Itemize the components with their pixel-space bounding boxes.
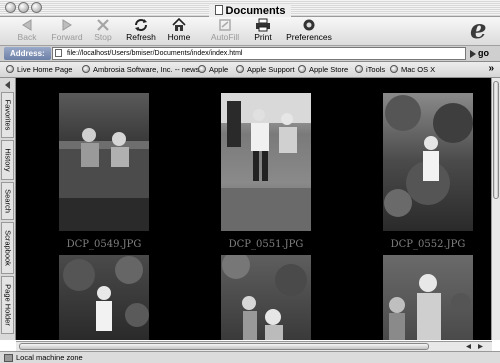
local-zone-icon: [4, 354, 13, 362]
address-input[interactable]: file://localhost/Users/bmiser/Documents/…: [52, 47, 466, 60]
document-icon: [214, 5, 223, 15]
toolbar: Back Forward Stop Refresh Home AutoFill …: [0, 17, 500, 46]
window-title: Documents: [208, 4, 292, 18]
globe-icon: [198, 65, 206, 73]
globe-icon: [236, 65, 244, 73]
globe-icon: [82, 65, 90, 73]
page-icon: [55, 49, 62, 57]
photo-thumbnail[interactable]: [383, 255, 473, 340]
tab-search[interactable]: Search: [1, 182, 14, 220]
forward-arrow-icon: [62, 19, 72, 31]
photo-thumbnail[interactable]: [221, 93, 311, 231]
favorite-link[interactable]: Apple: [198, 64, 228, 75]
more-favorites-chevron-icon[interactable]: »: [488, 63, 494, 74]
explorer-bar-tabs: Favorites History Search Scrapbook Page …: [0, 78, 16, 340]
globe-icon: [6, 65, 14, 73]
photo-caption: DCP_0551.JPG: [228, 239, 304, 250]
home-button[interactable]: Home: [156, 17, 202, 45]
favorite-link[interactable]: Ambrosia Software, Inc. -- news: [82, 64, 199, 75]
favorite-link[interactable]: iTools: [355, 64, 385, 75]
back-arrow-icon: [22, 19, 32, 31]
globe-icon: [298, 65, 306, 73]
scroll-left-arrow-icon[interactable]: [464, 343, 473, 350]
title-bar: Documents: [0, 0, 500, 18]
go-button[interactable]: go: [470, 47, 498, 60]
favorite-link[interactable]: Live Home Page: [6, 64, 72, 75]
vertical-scrollbar[interactable]: [491, 78, 500, 340]
status-text: Local machine zone: [16, 353, 83, 362]
favorites-bar: Live Home Page Ambrosia Software, Inc. -…: [0, 62, 500, 78]
preferences-button[interactable]: Preferences: [283, 17, 335, 45]
address-label: Address:: [4, 47, 51, 60]
scroll-right-arrow-icon[interactable]: [476, 343, 485, 350]
horizontal-scrollbar[interactable]: [16, 341, 492, 351]
favorite-link[interactable]: Apple Store: [298, 64, 348, 75]
tab-scrapbook[interactable]: Scrapbook: [1, 222, 14, 274]
go-arrow-icon: [470, 49, 476, 58]
favorite-link[interactable]: Mac OS X: [390, 64, 435, 75]
autofill-icon: [219, 19, 231, 31]
horizontal-scroll-thumb[interactable]: [19, 343, 429, 350]
photo-thumbnail[interactable]: [59, 255, 149, 340]
tab-history[interactable]: History: [1, 140, 14, 180]
stop-icon: [97, 19, 109, 31]
photo-thumbnail[interactable]: [221, 255, 311, 340]
preferences-icon: [303, 19, 315, 31]
page-content: DCP_0549.JPG DCP_0551.JPG DCP_0552.JPG: [16, 78, 492, 340]
globe-icon: [355, 65, 363, 73]
sidebar-toggle-icon[interactable]: [2, 80, 13, 90]
photo-caption: DCP_0549.JPG: [66, 239, 142, 250]
print-button[interactable]: Print: [240, 17, 286, 45]
browser-window: Documents Back Forward Stop Refresh Home…: [0, 0, 500, 363]
vertical-scroll-thumb[interactable]: [493, 81, 499, 199]
photo-caption: DCP_0552.JPG: [390, 239, 466, 250]
photo-thumbnail[interactable]: [59, 93, 149, 231]
tab-page-holder[interactable]: Page Holder: [1, 276, 14, 334]
internet-explorer-logo-icon: e: [470, 15, 487, 45]
tab-favorites[interactable]: Favorites: [1, 92, 14, 138]
print-icon: [256, 18, 270, 32]
home-icon: [172, 18, 186, 31]
address-bar: Address: file://localhost/Users/bmiser/D…: [0, 46, 500, 62]
photo-thumbnail[interactable]: [383, 93, 473, 231]
favorite-link[interactable]: Apple Support: [236, 64, 295, 75]
status-bar: Local machine zone: [0, 351, 500, 363]
globe-icon: [390, 65, 398, 73]
refresh-icon: [135, 19, 147, 31]
